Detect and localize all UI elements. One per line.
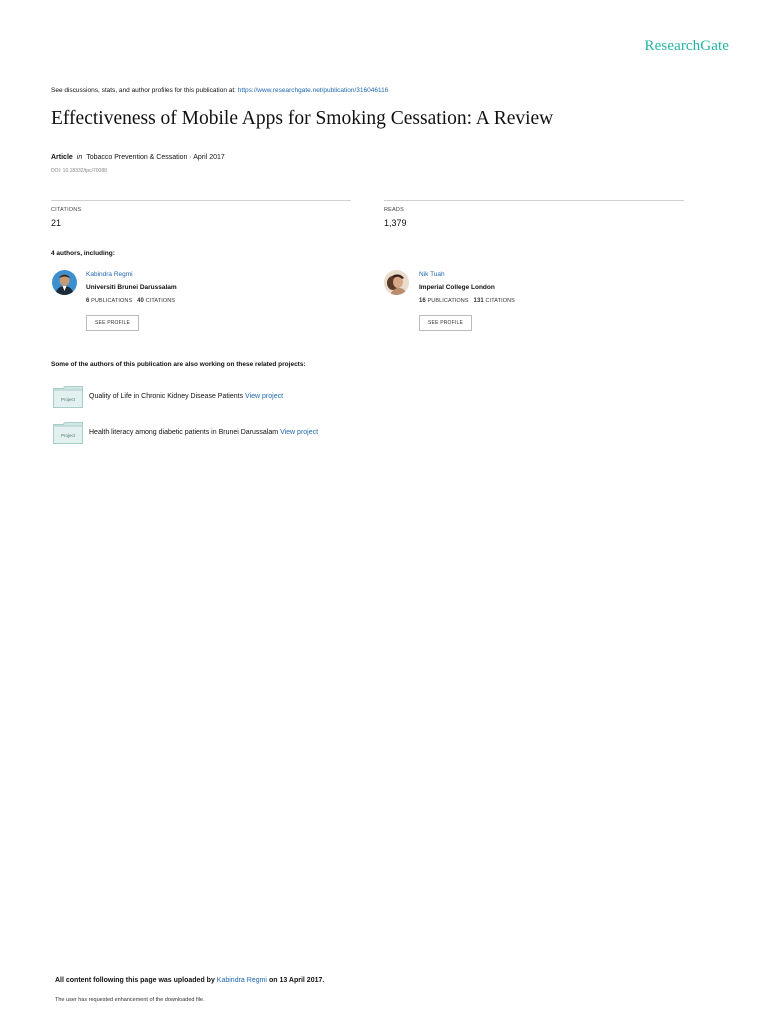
discussion-note: See discussions, stats, and author profi…: [51, 87, 388, 94]
author-avatar[interactable]: [52, 270, 77, 295]
upload-suffix: on 13 April 2017.: [268, 977, 325, 984]
publication-meta: Article in Tobacco Prevention & Cessation …: [51, 154, 225, 161]
author-publications-label: PUBLICATIONS: [427, 298, 469, 304]
uploader-link[interactable]: Kabindra Regmi: [217, 977, 267, 984]
author-citations-count: 131: [473, 298, 484, 304]
author-stats: 6 PUBLICATIONS 40 CITATIONS: [86, 298, 175, 304]
project-item: Quality of Life in Chronic Kidney Diseas…: [89, 393, 283, 400]
reads-label: READS: [384, 207, 404, 213]
citations-value: 21: [51, 218, 62, 228]
author-citations-label: CITATIONS: [145, 298, 176, 304]
project-title: Quality of Life in Chronic Kidney Diseas…: [89, 393, 244, 400]
author-stats: 16 PUBLICATIONS 131 CITATIONS: [419, 298, 515, 304]
view-project-link[interactable]: View project: [280, 429, 318, 436]
author-name-link[interactable]: Kabindra Regmi: [86, 271, 133, 278]
citations-label: CITATIONS: [51, 207, 82, 213]
see-profile-button[interactable]: SEE PROFILE: [419, 315, 472, 331]
author-avatar[interactable]: [384, 270, 409, 295]
in-label: in: [76, 154, 83, 161]
author-publications-count: 6: [86, 298, 90, 304]
publication-url-link[interactable]: https://www.researchgate.net/publication…: [238, 87, 389, 94]
journal-date: Tobacco Prevention & Cessation · April 2…: [86, 154, 225, 161]
author-name-link[interactable]: Nik Tuah: [419, 271, 445, 278]
reads-divider: [384, 200, 684, 201]
author-institution: Imperial College London: [419, 284, 495, 291]
publication-type: Article: [51, 154, 73, 161]
author-publications-label: PUBLICATIONS: [91, 298, 133, 304]
project-folder-icon: Project: [53, 422, 83, 444]
author-institution: Universiti Brunei Darussalam: [86, 284, 177, 291]
authors-heading: 4 authors, including:: [51, 250, 115, 257]
researchgate-logo[interactable]: ResearchGate: [645, 38, 729, 55]
project-title: Health literacy among diabetic patients …: [89, 429, 279, 436]
upload-note: All content following this page was uplo…: [55, 977, 324, 984]
project-icon-label: Project: [61, 433, 76, 438]
upload-prefix: All content following this page was uplo…: [55, 977, 215, 984]
project-item: Health literacy among diabetic patients …: [89, 429, 318, 436]
discussion-prefix: See discussions, stats, and author profi…: [51, 87, 238, 94]
page-title: Effectiveness of Mobile Apps for Smoking…: [51, 108, 554, 129]
see-profile-button[interactable]: SEE PROFILE: [86, 315, 139, 331]
project-folder-icon: Project: [53, 386, 83, 408]
author-citations-count: 40: [137, 298, 144, 304]
project-icon-label: Project: [61, 397, 76, 402]
author-publications-count: 16: [419, 298, 426, 304]
citations-divider: [51, 200, 351, 201]
doi: DOI: 10.18332/tpc/70088: [51, 168, 107, 174]
reads-value: 1,379: [384, 218, 407, 228]
projects-heading: Some of the authors of this publication …: [51, 361, 306, 368]
author-citations-label: CITATIONS: [485, 298, 515, 304]
enhancement-note: The user has requested enhancement of th…: [55, 997, 205, 1003]
view-project-link[interactable]: View project: [245, 393, 283, 400]
